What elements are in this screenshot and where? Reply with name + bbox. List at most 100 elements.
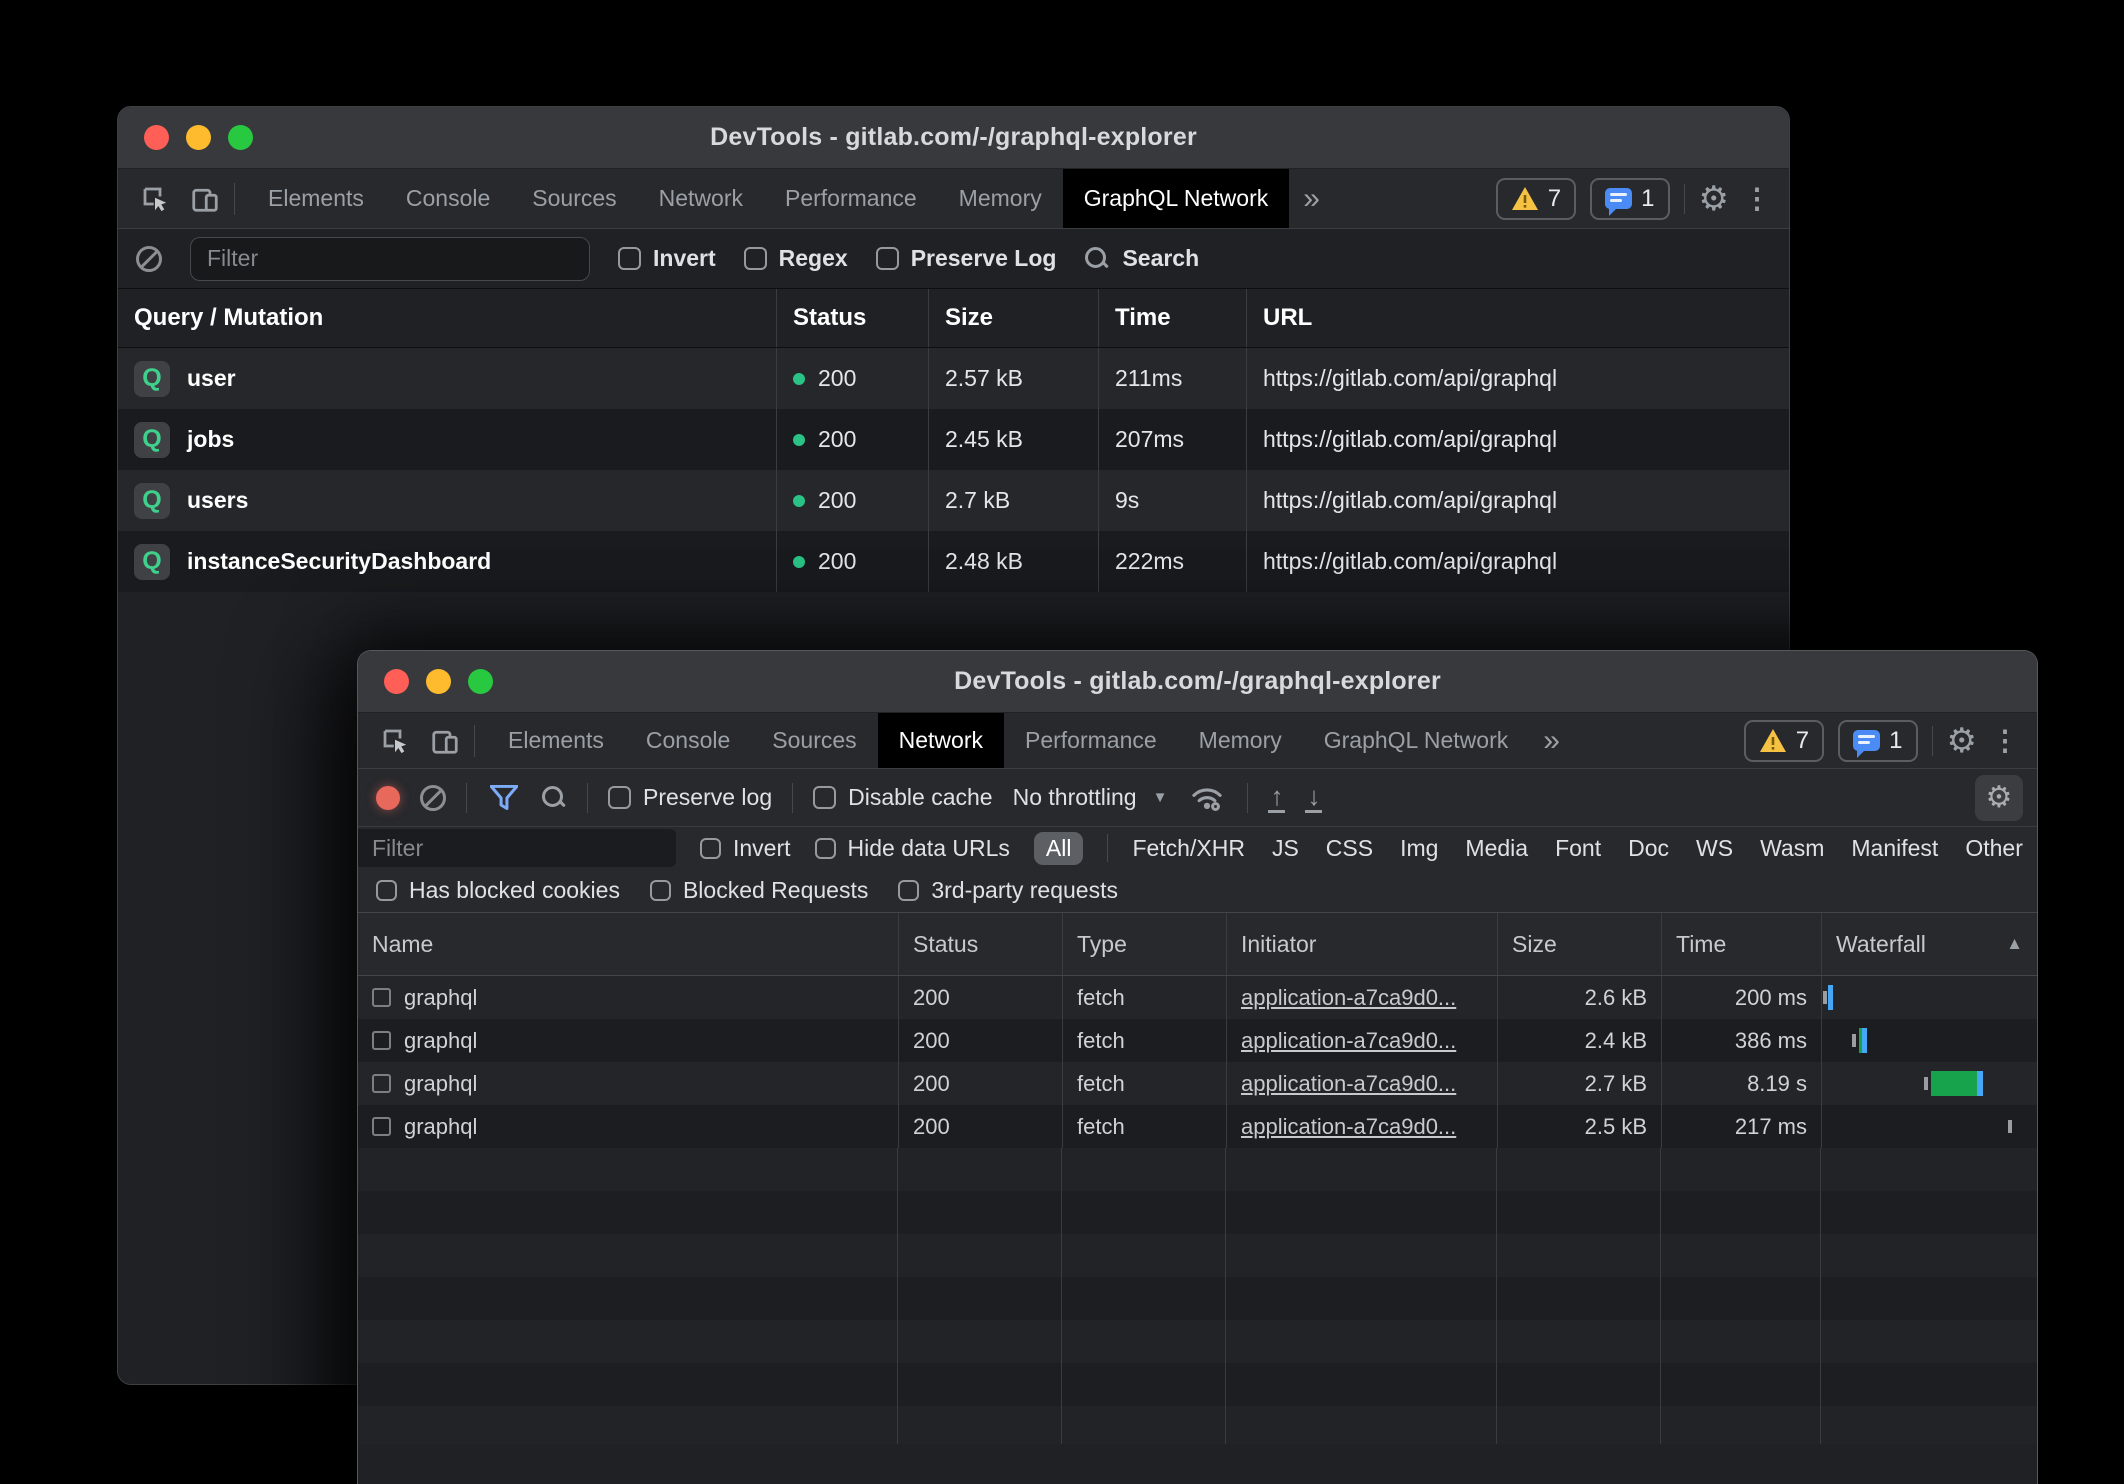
search-icon[interactable] <box>541 785 567 811</box>
filter-type-img[interactable]: Img <box>1400 835 1438 862</box>
more-tabs-icon[interactable]: » <box>1289 169 1334 228</box>
column-header-type[interactable]: Type <box>1062 913 1226 975</box>
filter-type-other[interactable]: Other <box>1965 835 2023 862</box>
table-row[interactable]: graphql 200 fetch application-a7ca9d0...… <box>358 1019 2037 1062</box>
issues-badge[interactable]: 1 <box>1838 720 1917 762</box>
filter-type-fetch-xhr[interactable]: Fetch/XHR <box>1132 835 1244 862</box>
column-header-url[interactable]: URL <box>1246 289 1789 347</box>
filter-funnel-icon[interactable] <box>487 781 521 815</box>
throttling-dropdown[interactable]: No throttling ▼ <box>1013 784 1168 811</box>
settings-gear-icon[interactable]: ⚙ <box>1947 724 1977 758</box>
titlebar[interactable]: DevTools - gitlab.com/-/graphql-explorer <box>358 651 2037 713</box>
record-icon[interactable] <box>376 786 400 810</box>
search-control[interactable]: Search <box>1084 245 1199 272</box>
url-cell: https://gitlab.com/api/graphql <box>1246 470 1789 531</box>
import-har-icon[interactable]: ↑ <box>1268 783 1285 813</box>
third-party-requests-checkbox[interactable]: 3rd-party requests <box>898 877 1118 904</box>
table-row[interactable]: Qusers 200 2.7 kB 9s https://gitlab.com/… <box>118 470 1789 531</box>
clear-icon[interactable] <box>420 785 446 811</box>
filter-type-js[interactable]: JS <box>1272 835 1299 862</box>
column-header-time[interactable]: Time <box>1661 913 1821 975</box>
clear-icon[interactable] <box>136 246 162 272</box>
checkbox-icon <box>700 838 721 859</box>
filter-type-ws[interactable]: WS <box>1696 835 1733 862</box>
network-conditions-icon[interactable] <box>1187 778 1227 818</box>
column-header-query[interactable]: Query / Mutation <box>118 289 776 347</box>
table-row[interactable]: graphql 200 fetch application-a7ca9d0...… <box>358 976 2037 1019</box>
tab-elements[interactable]: Elements <box>247 169 385 228</box>
tab-network[interactable]: Network <box>878 713 1004 768</box>
kebab-menu-icon[interactable]: ⋮ <box>1743 185 1771 213</box>
column-header-initiator[interactable]: Initiator <box>1226 913 1497 975</box>
initiator-link[interactable]: application-a7ca9d0... <box>1241 1028 1456 1054</box>
preserve-log-checkbox[interactable]: Preserve Log <box>876 245 1057 272</box>
tab-sources[interactable]: Sources <box>511 169 637 228</box>
filter-type-doc[interactable]: Doc <box>1628 835 1669 862</box>
query-name: jobs <box>187 426 234 453</box>
column-header-status[interactable]: Status <box>776 289 928 347</box>
initiator-link[interactable]: application-a7ca9d0... <box>1241 1071 1456 1097</box>
tab-elements[interactable]: Elements <box>487 713 625 768</box>
table-row[interactable]: graphql 200 fetch application-a7ca9d0...… <box>358 1105 2037 1148</box>
warnings-count: 7 <box>1548 185 1561 213</box>
tab-console[interactable]: Console <box>385 169 511 228</box>
preserve-log-checkbox[interactable]: Preserve log <box>608 784 772 811</box>
network-settings-button[interactable]: ⚙ <box>1975 775 2023 821</box>
filter-type-manifest[interactable]: Manifest <box>1851 835 1938 862</box>
filter-type-all[interactable]: All <box>1034 832 1084 865</box>
initiator-link[interactable]: application-a7ca9d0... <box>1241 1114 1456 1140</box>
row-checkbox[interactable] <box>372 1031 391 1050</box>
tab-graphql-network[interactable]: GraphQL Network <box>1063 169 1290 228</box>
export-har-icon[interactable]: ↓ <box>1305 783 1322 813</box>
row-checkbox[interactable] <box>372 1117 391 1136</box>
tab-memory[interactable]: Memory <box>1178 713 1303 768</box>
initiator-link[interactable]: application-a7ca9d0... <box>1241 985 1456 1011</box>
tab-performance[interactable]: Performance <box>1004 713 1178 768</box>
tab-graphql-network[interactable]: GraphQL Network <box>1303 713 1530 768</box>
settings-gear-icon[interactable]: ⚙ <box>1699 182 1729 216</box>
column-header-time[interactable]: Time <box>1098 289 1246 347</box>
filter-type-media[interactable]: Media <box>1465 835 1528 862</box>
table-row[interactable]: QinstanceSecurityDashboard 200 2.48 kB 2… <box>118 531 1789 592</box>
table-row[interactable]: graphql 200 fetch application-a7ca9d0...… <box>358 1062 2037 1105</box>
titlebar[interactable]: DevTools - gitlab.com/-/graphql-explorer <box>118 107 1789 169</box>
tab-performance[interactable]: Performance <box>764 169 938 228</box>
invert-checkbox[interactable]: Invert <box>618 245 716 272</box>
warnings-badge[interactable]: 7 <box>1496 178 1576 220</box>
tab-console[interactable]: Console <box>625 713 751 768</box>
row-checkbox[interactable] <box>372 1074 391 1093</box>
table-row[interactable]: Qjobs 200 2.45 kB 207ms https://gitlab.c… <box>118 409 1789 470</box>
row-checkbox[interactable] <box>372 988 391 1007</box>
table-row[interactable]: Quser 200 2.57 kB 211ms https://gitlab.c… <box>118 348 1789 409</box>
blocked-requests-checkbox[interactable]: Blocked Requests <box>650 877 868 904</box>
device-toolbar-icon[interactable] <box>424 720 466 762</box>
more-tabs-icon[interactable]: » <box>1529 713 1574 768</box>
chevron-down-icon: ▼ <box>1153 789 1168 806</box>
column-header-size[interactable]: Size <box>928 289 1098 347</box>
regex-checkbox[interactable]: Regex <box>744 245 848 272</box>
tab-sources[interactable]: Sources <box>751 713 877 768</box>
filter-type-css[interactable]: CSS <box>1326 835 1373 862</box>
tab-network[interactable]: Network <box>638 169 764 228</box>
hide-data-urls-checkbox[interactable]: Hide data URLs <box>815 835 1010 862</box>
filter-input[interactable] <box>358 829 676 867</box>
column-header-status[interactable]: Status <box>898 913 1062 975</box>
inspect-element-icon[interactable] <box>374 720 416 762</box>
device-toolbar-icon[interactable] <box>184 178 226 220</box>
warning-icon <box>1511 186 1539 211</box>
filter-type-wasm[interactable]: Wasm <box>1760 835 1824 862</box>
column-header-waterfall[interactable]: Waterfall ▲ <box>1821 913 2037 975</box>
invert-checkbox[interactable]: Invert <box>700 835 791 862</box>
kebab-menu-icon[interactable]: ⋮ <box>1991 727 2019 755</box>
inspect-element-icon[interactable] <box>134 178 176 220</box>
has-blocked-cookies-checkbox[interactable]: Has blocked cookies <box>376 877 620 904</box>
filter-input[interactable] <box>190 237 590 281</box>
tab-memory[interactable]: Memory <box>938 169 1063 228</box>
network-options-bar: Has blocked cookies Blocked Requests 3rd… <box>358 869 2037 913</box>
column-header-size[interactable]: Size <box>1497 913 1661 975</box>
filter-type-font[interactable]: Font <box>1555 835 1601 862</box>
disable-cache-checkbox[interactable]: Disable cache <box>813 784 992 811</box>
issues-badge[interactable]: 1 <box>1590 178 1669 220</box>
warnings-badge[interactable]: 7 <box>1744 720 1824 762</box>
column-header-name[interactable]: Name <box>358 913 898 975</box>
